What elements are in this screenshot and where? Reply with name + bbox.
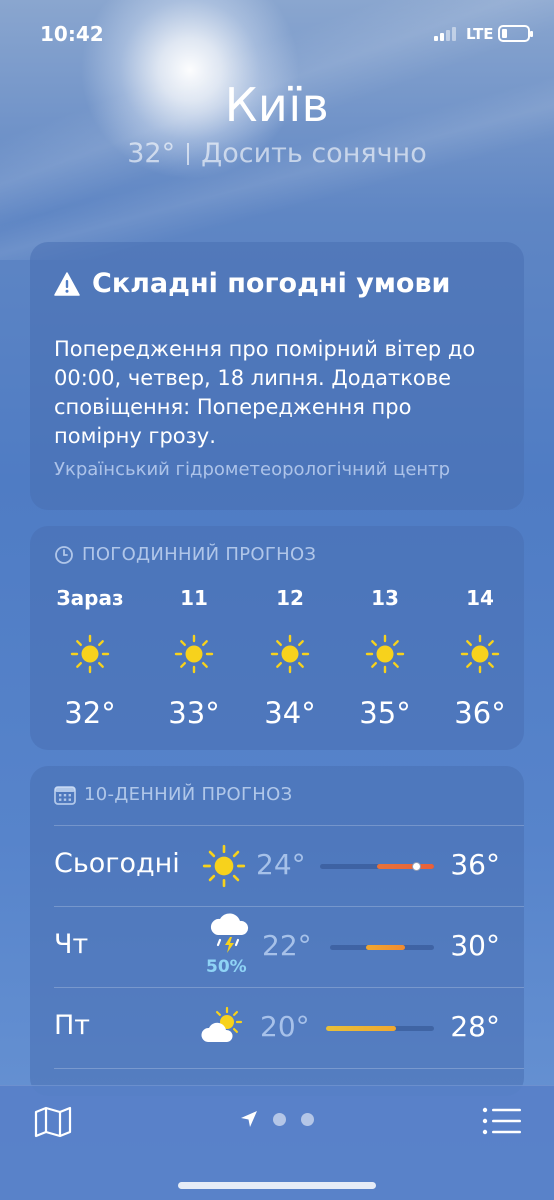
alert-heading: Складні погодні умови [54, 268, 500, 299]
hour-temp: 32° [64, 696, 116, 730]
hour-temp: 36° [454, 696, 506, 730]
separator [187, 143, 190, 165]
temp-range-bar [326, 1026, 434, 1031]
alert-body: Попередження про помірний вітер до 00:00… [54, 337, 476, 448]
hourly-header: ПОГОДИННИЙ ПРОГНОЗ [54, 544, 316, 565]
day-name: Сьогодні [54, 848, 180, 879]
partly-cloudy-icon [200, 1006, 244, 1050]
sun-icon [460, 634, 500, 674]
warning-icon [54, 271, 80, 296]
hour-column: 11 33° [144, 586, 244, 730]
low-temp: 20° [260, 1010, 310, 1043]
hourly-title: ПОГОДИННИЙ ПРОГНОЗ [82, 544, 317, 565]
day-name: Чт [54, 929, 89, 960]
alert-title: Складні погодні умови [92, 268, 451, 299]
temp-range-bar [320, 862, 434, 871]
high-temp: 36° [450, 848, 500, 881]
high-temp: 28° [450, 1010, 500, 1043]
daily-header: 10-ДЕННИЙ ПРОГНОЗ [54, 784, 292, 805]
row-divider [54, 1068, 524, 1069]
high-temp: 30° [450, 929, 500, 962]
page-dot[interactable] [273, 1113, 286, 1126]
hour-label: 13 [371, 586, 399, 610]
hour-column: 14 36° [430, 586, 530, 730]
temp-range-bar [330, 945, 434, 950]
city-name: Київ [224, 78, 330, 132]
hour-column: 13 35° [335, 586, 435, 730]
sun-icon [202, 844, 246, 888]
hourly-forecast-card[interactable]: ПОГОДИННИЙ ПРОГНОЗ Зараз 32° 11 33° 12 34° 13 3… [30, 526, 524, 750]
current-temp: 32° [127, 138, 176, 169]
hour-temp: 34° [264, 696, 316, 730]
map-icon[interactable] [34, 1106, 72, 1138]
sun-icon [70, 634, 110, 674]
hour-temp: 35° [359, 696, 411, 730]
sun-icon [270, 634, 310, 674]
low-temp: 22° [262, 929, 312, 962]
day-row[interactable]: Пт 20° 28° [30, 988, 524, 1068]
current-temp-marker [411, 862, 421, 871]
hour-label: 11 [180, 586, 208, 610]
current-condition: Досить сонячно [201, 138, 427, 169]
clock-icon [55, 545, 73, 564]
day-name: Пт [54, 1010, 91, 1041]
severe-weather-card[interactable]: Складні погодні умови Попередження про п… [30, 242, 524, 510]
alert-source[interactable]: Український гідрометеорологічний центр [54, 459, 500, 480]
low-temp: 24° [256, 848, 306, 881]
hour-column: 12 34° [240, 586, 340, 730]
thunderstorm-icon [208, 913, 252, 957]
network-type: LTE [466, 25, 494, 43]
status-bar: 10:42 LTE [0, 0, 554, 66]
page-dot[interactable] [301, 1113, 314, 1126]
day-row[interactable]: Чт 50% 22° 30° [30, 907, 524, 987]
cellular-signal-icon [434, 27, 462, 41]
status-time: 10:42 [40, 22, 104, 46]
hour-label: 14 [466, 586, 494, 610]
current-summary: 32° Досить сонячно [0, 138, 554, 169]
temp-range-fill [377, 864, 434, 869]
temp-range-fill [366, 945, 405, 950]
day-row[interactable]: Сьогодні 24° 36° [30, 826, 524, 906]
battery-icon [498, 25, 533, 42]
ten-day-forecast-card[interactable]: 10-ДЕННИЙ ПРОГНОЗ Сьогодні 24° 36° Чт 50% 22°… [30, 766, 524, 1096]
location-arrow-icon[interactable] [240, 1110, 258, 1128]
hour-temp: 33° [168, 696, 220, 730]
temp-range-fill [326, 1026, 397, 1031]
precip-chance: 50% [206, 957, 247, 977]
daily-title: 10-ДЕННИЙ ПРОГНОЗ [84, 784, 293, 805]
hour-label: 12 [276, 586, 304, 610]
hour-column: Зараз 32° [40, 586, 140, 730]
list-icon[interactable] [482, 1106, 522, 1136]
sun-icon [174, 634, 214, 674]
home-indicator [178, 1182, 376, 1189]
hour-label: Зараз [56, 586, 124, 610]
calendar-icon [54, 785, 76, 805]
bottom-toolbar [0, 1085, 554, 1200]
sun-icon [365, 634, 405, 674]
